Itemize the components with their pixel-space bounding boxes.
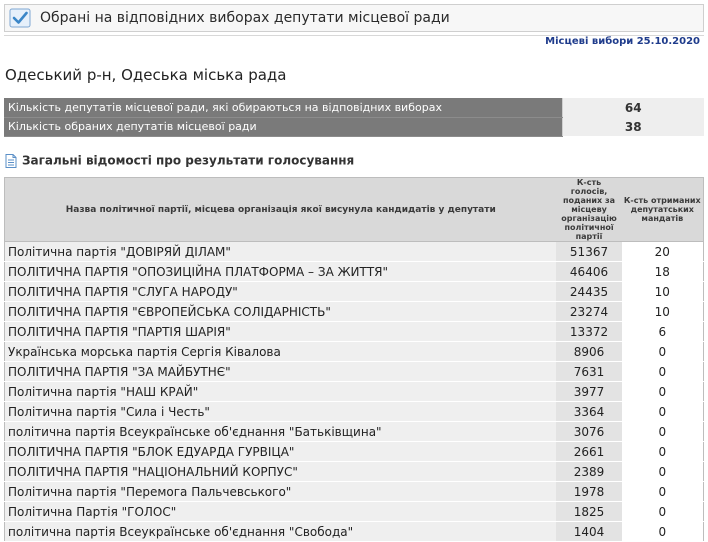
party-name: політична партія Всеукраїнське об'єднанн… — [4, 521, 557, 542]
results-table: Назва політичної партії, місцева організ… — [4, 177, 704, 542]
table-row: ПОЛІТИЧНА ПАРТІЯ "НАЦІОНАЛЬНИЙ КОРПУС" 2… — [4, 461, 704, 482]
summary-label: Кількість обраних депутатів місцевої рад… — [4, 117, 562, 137]
seat-count: 0 — [621, 361, 704, 382]
table-row: Українська морська партія Сергія Ківалов… — [4, 341, 704, 362]
table-row: політична партія Всеукраїнське об'єднанн… — [4, 521, 704, 542]
summary-row: Кількість депутатів місцевої ради, які о… — [4, 98, 704, 118]
seats-column-header: К-сть отриманих депутатських мандатів — [621, 177, 704, 242]
table-row: ПОЛІТИЧНА ПАРТІЯ "БЛОК ЕДУАРДА ГУРВІЦА" … — [4, 441, 704, 462]
seat-count: 0 — [621, 521, 704, 542]
page-title: Обрані на відповідних виборах депутати м… — [40, 10, 450, 26]
table-row: Політична партія "Сила і Честь" 3364 0 — [4, 401, 704, 422]
table-row: Політична партія "НАШ КРАЙ" 3977 0 — [4, 381, 704, 402]
vote-count: 7631 — [556, 361, 622, 382]
seat-count: 0 — [621, 341, 704, 362]
table-row: ПОЛІТИЧНА ПАРТІЯ "ПАРТІЯ ШАРІЯ" 13372 6 — [4, 321, 704, 342]
party-name: ПОЛІТИЧНА ПАРТІЯ "ЗА МАЙБУТНЄ" — [4, 361, 557, 382]
table-row: політична партія Всеукраїнське об'єднанн… — [4, 421, 704, 442]
party-name: Політична Партія "ГОЛОС" — [4, 501, 557, 522]
table-row: ПОЛІТИЧНА ПАРТІЯ "ЗА МАЙБУТНЄ" 7631 0 — [4, 361, 704, 382]
party-name: Політична партія "Сила і Честь" — [4, 401, 557, 422]
seat-count: 10 — [621, 301, 704, 322]
party-column-header: Назва політичної партії, місцева організ… — [4, 177, 557, 242]
party-name: Політична партія "ДОВІРЯЙ ДІЛАМ" — [4, 241, 557, 262]
checkbox-icon — [9, 8, 31, 28]
vote-count: 13372 — [556, 321, 622, 342]
summary-value: 38 — [561, 117, 704, 136]
table-row: Політична Партія "ГОЛОС" 1825 0 — [4, 501, 704, 522]
vote-count: 24435 — [556, 281, 622, 302]
seat-count: 0 — [621, 481, 704, 502]
table-row: ПОЛІТИЧНА ПАРТІЯ "ОПОЗИЦІЙНА ПЛАТФОРМА –… — [4, 261, 704, 282]
vote-count: 2389 — [556, 461, 622, 482]
vote-count: 23274 — [556, 301, 622, 322]
seat-count: 0 — [621, 401, 704, 422]
seat-count: 10 — [621, 281, 704, 302]
summary-label: Кількість депутатів місцевої ради, які о… — [4, 98, 562, 118]
seat-count: 0 — [621, 501, 704, 522]
document-icon — [5, 153, 17, 168]
party-name: ПОЛІТИЧНА ПАРТІЯ "ПАРТІЯ ШАРІЯ" — [4, 321, 557, 342]
vote-count: 46406 — [556, 261, 622, 282]
page-header-bar: Обрані на відповідних виборах депутати м… — [4, 4, 704, 32]
party-name: політична партія Всеукраїнське об'єднанн… — [4, 421, 557, 442]
vote-count: 3364 — [556, 401, 622, 422]
section-heading: Загальні відомості про результати голосу… — [5, 150, 355, 168]
vote-count: 3977 — [556, 381, 622, 402]
summary-table: Кількість депутатів місцевої ради, які о… — [4, 98, 704, 137]
party-name: ПОЛІТИЧНА ПАРТІЯ "БЛОК ЕДУАРДА ГУРВІЦА" — [4, 441, 557, 462]
seat-count: 0 — [621, 381, 704, 402]
vote-count: 51367 — [556, 241, 622, 262]
seat-count: 0 — [621, 461, 704, 482]
votes-column-header: К-сть голосів, поданих за місцеву органі… — [556, 177, 622, 242]
vote-count: 1978 — [556, 481, 622, 502]
section-title: Загальні відомості про результати голосу… — [22, 153, 355, 168]
vote-count: 1404 — [556, 521, 622, 542]
vote-count: 2661 — [556, 441, 622, 462]
seat-count: 0 — [621, 441, 704, 462]
table-row: ПОЛІТИЧНА ПАРТІЯ "ЄВРОПЕЙСЬКА СОЛІДАРНІС… — [4, 301, 704, 322]
summary-value: 64 — [561, 98, 704, 117]
results-header-row: Назва політичної партії, місцева організ… — [4, 177, 704, 242]
vote-count: 1825 — [556, 501, 622, 522]
table-row: ПОЛІТИЧНА ПАРТІЯ "СЛУГА НАРОДУ" 24435 10 — [4, 281, 704, 302]
summary-row: Кількість обраних депутатів місцевої рад… — [4, 117, 704, 137]
table-row: Політична партія "Перемога Пальчевського… — [4, 481, 704, 502]
election-date-label: Місцеві вибори 25.10.2020 — [545, 36, 700, 47]
party-name: Політична партія "Перемога Пальчевського… — [4, 481, 557, 502]
party-name: ПОЛІТИЧНА ПАРТІЯ "НАЦІОНАЛЬНИЙ КОРПУС" — [4, 461, 557, 482]
seat-count: 6 — [621, 321, 704, 342]
vote-count: 3076 — [556, 421, 622, 442]
vote-count: 8906 — [556, 341, 622, 362]
seat-count: 18 — [621, 261, 704, 282]
seat-count: 20 — [621, 241, 704, 262]
table-row: Політична партія "ДОВІРЯЙ ДІЛАМ" 51367 2… — [4, 241, 704, 262]
party-name: ПОЛІТИЧНА ПАРТІЯ "СЛУГА НАРОДУ" — [4, 281, 557, 302]
party-name: ПОЛІТИЧНА ПАРТІЯ "ЄВРОПЕЙСЬКА СОЛІДАРНІС… — [4, 301, 557, 322]
seat-count: 0 — [621, 421, 704, 442]
party-name: Політична партія "НАШ КРАЙ" — [4, 381, 557, 402]
party-name: Українська морська партія Сергія Ківалов… — [4, 341, 557, 362]
council-name: Одеський р-н, Одеська міська рада — [5, 66, 287, 84]
party-name: ПОЛІТИЧНА ПАРТІЯ "ОПОЗИЦІЙНА ПЛАТФОРМА –… — [4, 261, 557, 282]
